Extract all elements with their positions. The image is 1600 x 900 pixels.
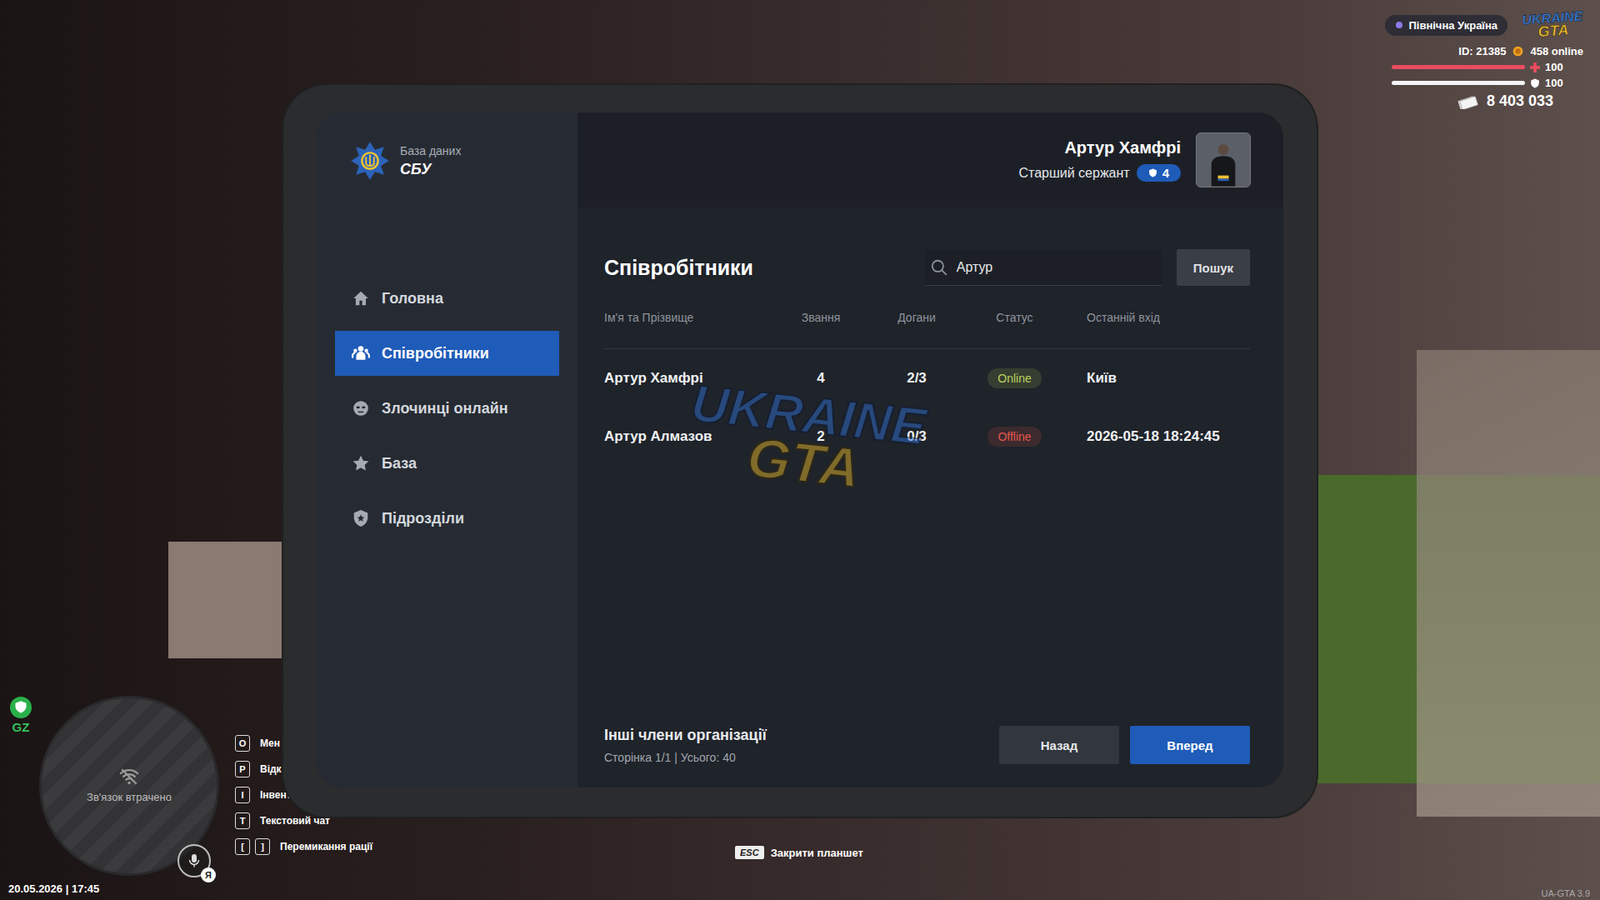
shield-icon [351,509,370,528]
microphone: Я [177,844,211,878]
version: UA-GTA 3.9 [1541,888,1590,899]
search-icon [930,258,949,277]
brand: База даних СБУ [316,140,578,181]
user-header: Артур Хамфрі Старший сержант 4 [577,112,1284,208]
scene-tiles [1416,350,1600,817]
search-field[interactable]: Артур [925,249,1162,286]
zone-badge: GZ [10,696,32,735]
key-cap: ESC [735,845,765,860]
sidebar-item[interactable]: Співробітники [335,330,560,376]
page-button[interactable]: Назад [999,725,1120,765]
star-icon [351,454,370,473]
health-icon [1530,62,1540,73]
column-header: Ім'я та Прізвище [604,310,788,325]
table-row[interactable]: Артур Хамфрі 4 2/3 Online Київ [604,349,1250,408]
employees-icon [351,344,370,363]
game-logo: UKRAINE GTA [1521,9,1585,40]
main-panel: Артур Хамфрі Старший сержант 4 Співробіт… [577,112,1284,788]
user-avatar[interactable] [1195,132,1251,188]
sidebar-item[interactable]: Підрозділи [335,495,560,541]
server-icon [1395,20,1404,30]
armor-bar: 100 [1391,76,1584,90]
language-badge: Я [200,867,216,883]
coin-icon [1512,45,1524,57]
shield-icon [1148,168,1158,178]
region-badge: Північна Україна [1385,15,1508,36]
employees-page: Співробітники Артур Пошук Ім'я та Прізви… [577,207,1284,788]
datetime: 20.05.2026 | 17:45 [8,882,100,895]
column-header: Звання [787,310,855,325]
rank-badge: 4 [1136,164,1181,182]
character-icon [1201,138,1245,187]
key-cap: O [235,735,250,752]
microphone-icon [185,852,203,870]
tablet: База даних СБУ Головна Співробітники Зло… [283,85,1317,817]
home-icon [351,289,370,308]
money: 8 403 033 [1456,92,1554,110]
column-header: Статус [979,310,1050,325]
column-header: Догани [854,310,980,325]
cash-icon [1456,94,1479,110]
hud-top: Північна Україна UKRAINE GTA ID: 21385 4… [1385,11,1584,110]
criminal-icon [351,399,370,418]
search-bar: Артур Пошук [925,249,1250,286]
sidebar-item[interactable]: База [335,440,560,486]
close-hint: ESC Закрити планшет [735,845,864,860]
page-button[interactable]: Вперед [1130,725,1250,765]
key-cap: I [235,786,250,804]
status-badge: Offline [987,426,1041,447]
table-header: Ім'я та ПрізвищеЗванняДоганиСтатусОстанн… [604,285,1250,350]
scene-table [168,541,294,659]
employees-table: Ім'я та ПрізвищеЗванняДоганиСтатусОстанн… [604,285,1250,466]
player-info: ID: 21385 458 online [1458,45,1584,58]
sidebar-item[interactable]: Злочинці онлайн [335,385,560,431]
game-screen: Північна Україна UKRAINE GTA ID: 21385 4… [0,0,1600,900]
key-cap: ] [255,838,270,855]
sidebar-nav: Головна Співробітники Злочинці онлайн Ба… [316,275,578,541]
status-badge: Online [987,368,1041,389]
key-cap: P [235,760,250,778]
key-cap: [ [235,838,250,855]
armor-icon [1530,78,1540,89]
sidebar: База даних СБУ Головна Співробітники Зло… [316,112,578,788]
sidebar-item[interactable]: Головна [335,275,560,321]
tablet-screen: База даних СБУ Головна Співробітники Зло… [316,112,1284,788]
key-hint: [] Перемикання рації [235,838,373,855]
shield-icon [10,696,32,719]
user-name: Артур Хамфрі [1064,138,1181,158]
column-header: Останній вхід [1050,310,1250,325]
no-signal-icon [118,767,140,786]
page-title: Співробітники [604,255,754,280]
user-rank: Старший сержант [1018,165,1130,181]
table-row[interactable]: Артур Алмазов 2 0/3 Offline 2026-05-18 1… [604,407,1250,466]
pagination: Інші члени організації Сторінка 1/1 | Ус… [604,725,1250,765]
health-bar: 100 [1391,60,1584,74]
sbu-emblem-icon [350,140,390,181]
key-cap: T [235,812,250,830]
search-button[interactable]: Пошук [1176,249,1250,286]
